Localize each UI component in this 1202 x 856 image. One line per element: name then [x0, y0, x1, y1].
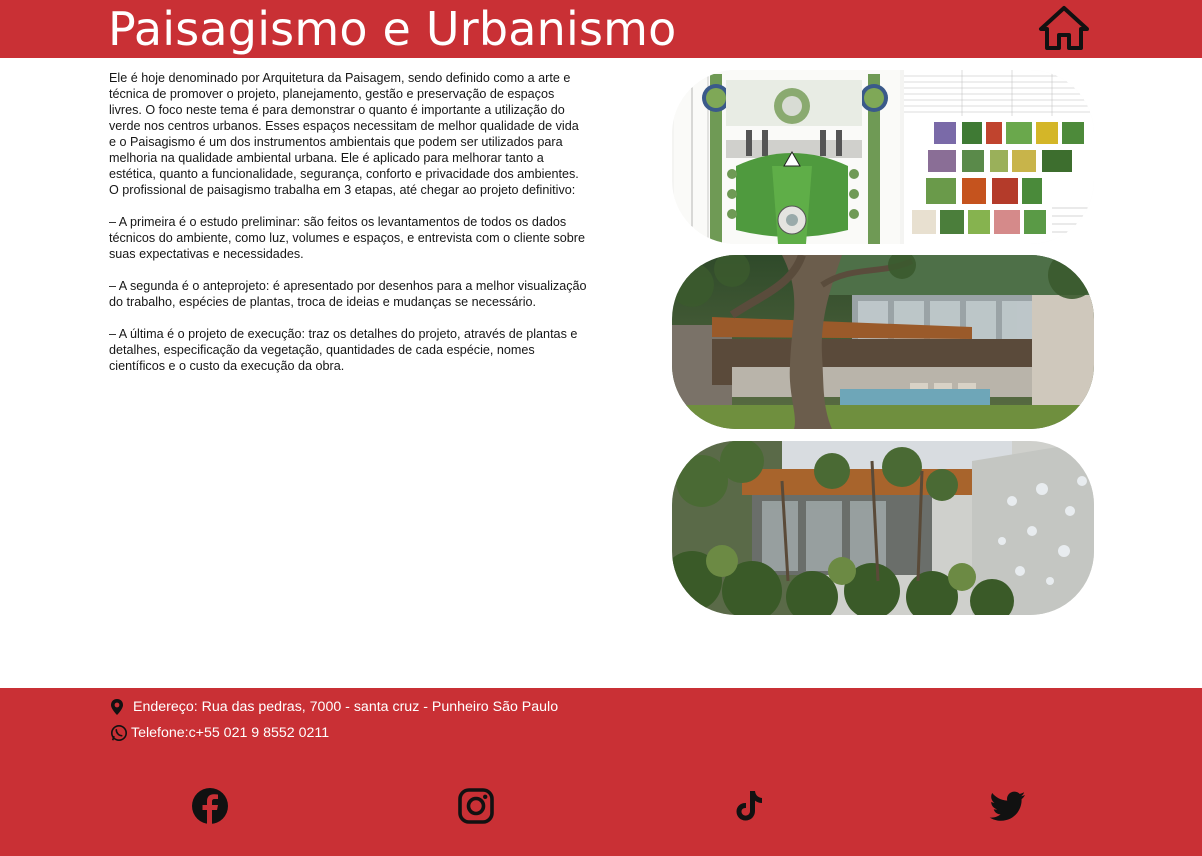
tiktok-link[interactable]	[729, 786, 769, 826]
intro-paragraph: Ele é hoje denominado por Arquitetura da…	[109, 71, 579, 197]
courtyard-garden-image	[672, 441, 1094, 615]
twitter-link[interactable]	[988, 786, 1028, 826]
whatsapp-icon	[110, 724, 128, 742]
facebook-link[interactable]	[190, 786, 230, 826]
article-text: Ele é hoje denominado por Arquitetura da…	[109, 70, 589, 374]
address-row: Endereço: Rua das pedras, 7000 - santa c…	[109, 698, 558, 716]
twitter-icon	[989, 791, 1025, 821]
step-two-paragraph: – A segunda é o anteprojeto: é apresenta…	[109, 279, 587, 309]
step-one-paragraph: – A primeira é o estudo preliminar: são …	[109, 215, 586, 261]
site-header: Paisagismo e Urbanismo	[0, 0, 1202, 58]
instagram-link[interactable]	[456, 786, 496, 826]
tiktok-icon	[736, 791, 762, 821]
house-garden-image	[672, 255, 1094, 429]
page-title: Paisagismo e Urbanismo	[108, 2, 677, 56]
home-icon	[1039, 6, 1089, 50]
facebook-icon	[192, 788, 228, 824]
home-button[interactable]	[1038, 4, 1090, 52]
step-three-paragraph: – A última é o projeto de execução: traz…	[109, 327, 578, 373]
phone-row: Telefone:c+55 021 9 8552 0211	[109, 724, 329, 742]
address-text: Endereço: Rua das pedras, 7000 - santa c…	[133, 699, 559, 715]
instagram-icon	[458, 788, 494, 824]
location-pin-icon	[111, 699, 123, 715]
landscape-plan-image	[672, 70, 1094, 244]
phone-text: Telefone:c+55 021 9 8552 0211	[131, 725, 330, 741]
